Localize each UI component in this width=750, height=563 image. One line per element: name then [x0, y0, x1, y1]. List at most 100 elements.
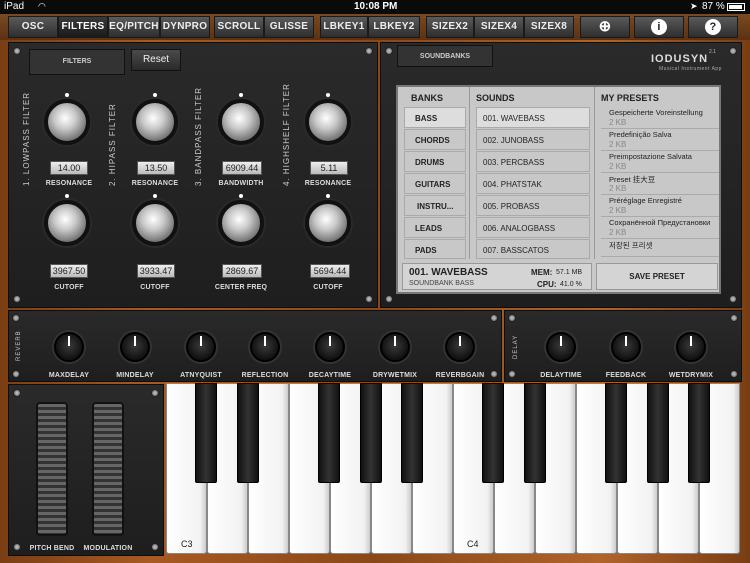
drywetmix-label: DRYWETMIX	[372, 372, 418, 379]
feedback-knob[interactable]	[611, 332, 641, 362]
sizex8-button[interactable]: SIZEX8	[524, 16, 574, 38]
bank-item[interactable]: DRUMS	[404, 151, 466, 172]
wetdrymix-knob[interactable]	[676, 332, 706, 362]
black-key[interactable]	[524, 383, 546, 483]
preset-name: Predefinição Salva	[609, 130, 672, 139]
filter-title: 3. BANDPASS FILTER	[194, 86, 203, 186]
sound-item[interactable]: 003. PERCBASS	[476, 151, 590, 172]
black-key[interactable]	[647, 383, 669, 483]
banks-header: BANKS	[411, 93, 444, 103]
help-button[interactable]: ?	[688, 16, 738, 38]
preset-item[interactable]: 저장된 프리셋	[601, 239, 719, 257]
modulation-label: MODULATION	[83, 545, 133, 552]
preset-item[interactable]: Preimpostazione Salvata 2 KB	[601, 151, 719, 173]
current-sound-name: 001. WAVEBASS	[409, 267, 488, 278]
black-key[interactable]	[482, 383, 504, 483]
mindelay-knob[interactable]	[120, 332, 150, 362]
reflection-label: REFLECTION	[241, 372, 289, 379]
preset-item[interactable]: Gespeicherte Voreinstellung 2 KB	[601, 107, 719, 129]
eq-pitch-button[interactable]: EQ/PITCH	[108, 16, 160, 38]
help-icon: ?	[705, 19, 721, 35]
reset-button[interactable]: Reset	[131, 49, 181, 71]
center-freq-knob[interactable]	[218, 194, 264, 246]
bank-item[interactable]: PADS	[404, 239, 466, 259]
preset-name: Préréglage Enregistré	[609, 196, 682, 205]
preset-item[interactable]: Сохранённой Предустановки 2 KB	[601, 217, 719, 239]
sound-item[interactable]: 001. WAVEBASS	[476, 107, 590, 128]
bank-item[interactable]: INSTRU...	[404, 195, 466, 216]
maxdelay-knob[interactable]	[54, 332, 84, 362]
brand-tagline: Musical Instrument App	[659, 66, 722, 72]
status-bar: iPad ◠ 10:08 PM ➤ 87 %	[0, 0, 750, 14]
bank-item[interactable]: LEADS	[404, 217, 466, 238]
cutoff-knob[interactable]	[132, 194, 178, 246]
reflection-knob[interactable]	[250, 332, 280, 362]
bank-item[interactable]: CHORDS	[404, 129, 466, 150]
cutoff-knob[interactable]	[305, 194, 351, 246]
bandwidth-knob[interactable]	[218, 93, 264, 145]
save-preset-button[interactable]: SAVE PRESET	[596, 263, 718, 290]
drywetmix-knob[interactable]	[380, 332, 410, 362]
black-key[interactable]	[237, 383, 259, 483]
preset-size: 2 KB	[609, 206, 627, 215]
black-key[interactable]	[195, 383, 217, 483]
brand-version: 2.1	[709, 49, 716, 55]
preset-size: 2 KB	[609, 118, 627, 127]
sound-item[interactable]: 004. PHATSTAK	[476, 173, 590, 194]
osc-button[interactable]: OSC	[8, 16, 58, 38]
sizex2-button[interactable]: SIZEX2	[426, 16, 474, 38]
atnyquist-knob[interactable]	[186, 332, 216, 362]
device-label: iPad	[4, 1, 25, 12]
sizex4-button[interactable]: SIZEX4	[474, 16, 524, 38]
glisse-button[interactable]: GLISSE	[264, 16, 314, 38]
sound-item[interactable]: 005. PROBASS	[476, 195, 590, 216]
modulation-wheel[interactable]	[92, 402, 124, 536]
resonance-value: 5.11	[310, 161, 348, 175]
pitch-bend-wheel[interactable]	[36, 402, 68, 536]
battery-percent: 87 %	[702, 1, 725, 12]
atnyquist-label: ATNYQUIST	[180, 372, 222, 379]
cutoff-knob[interactable]	[44, 194, 90, 246]
cutoff-label: CUTOFF	[313, 284, 343, 291]
info-button[interactable]: i	[634, 16, 684, 38]
preset-item[interactable]: Preset 挂大豆 2 KB	[601, 173, 719, 195]
language-button[interactable]: ⊕	[580, 16, 630, 38]
wheels-panel	[8, 384, 164, 556]
cpu-value: 41.0 %	[560, 281, 582, 288]
black-key[interactable]	[688, 383, 710, 483]
feedback-label: FEEDBACK	[605, 372, 647, 379]
center-freq-label: CENTER FREQ	[214, 284, 268, 291]
resonance-knob[interactable]	[132, 93, 178, 145]
preset-name: 저장된 프리셋	[609, 241, 653, 250]
sound-item[interactable]: 002. JUNOBASS	[476, 129, 590, 150]
filter-title: 1. LOWPASS FILTER	[22, 91, 31, 186]
resonance-knob[interactable]	[44, 93, 90, 145]
filters-button[interactable]: FILTERS	[58, 16, 108, 38]
filter-title: 2. HIPASS FILTER	[108, 103, 117, 186]
reverbgain-knob[interactable]	[445, 332, 475, 362]
soundbanks-tab[interactable]: SOUNDBANKS	[397, 45, 493, 67]
filters-tab[interactable]: FILTERS	[29, 49, 125, 75]
sound-item[interactable]: 007. BASSCATOS	[476, 239, 590, 259]
black-key[interactable]	[401, 383, 423, 483]
bank-item[interactable]: GUITARS	[404, 173, 466, 194]
decaytime-label: DECAYTIME	[308, 372, 352, 379]
dynpro-button[interactable]: DYNPRO	[160, 16, 210, 38]
mem-label: MEM:	[531, 268, 553, 277]
black-key[interactable]	[318, 383, 340, 483]
mindelay-label: MINDELAY	[116, 372, 154, 379]
scroll-button[interactable]: SCROLL	[214, 16, 264, 38]
lbkey2-button[interactable]: LBKEY2	[368, 16, 420, 38]
bank-item[interactable]: BASS	[404, 107, 466, 128]
decaytime-knob[interactable]	[315, 332, 345, 362]
sound-item[interactable]: 006. ANALOGBASS	[476, 217, 590, 238]
resonance-knob[interactable]	[305, 93, 351, 145]
lbkey1-button[interactable]: LBKEY1	[320, 16, 368, 38]
delaytime-knob[interactable]	[546, 332, 576, 362]
black-key[interactable]	[360, 383, 382, 483]
presets-header: MY PRESETS	[601, 93, 659, 103]
cutoff-value: 3967.50	[50, 264, 88, 278]
preset-item[interactable]: Préréglage Enregistré 2 KB	[601, 195, 719, 217]
preset-item[interactable]: Predefinição Salva 2 KB	[601, 129, 719, 151]
black-key[interactable]	[605, 383, 627, 483]
